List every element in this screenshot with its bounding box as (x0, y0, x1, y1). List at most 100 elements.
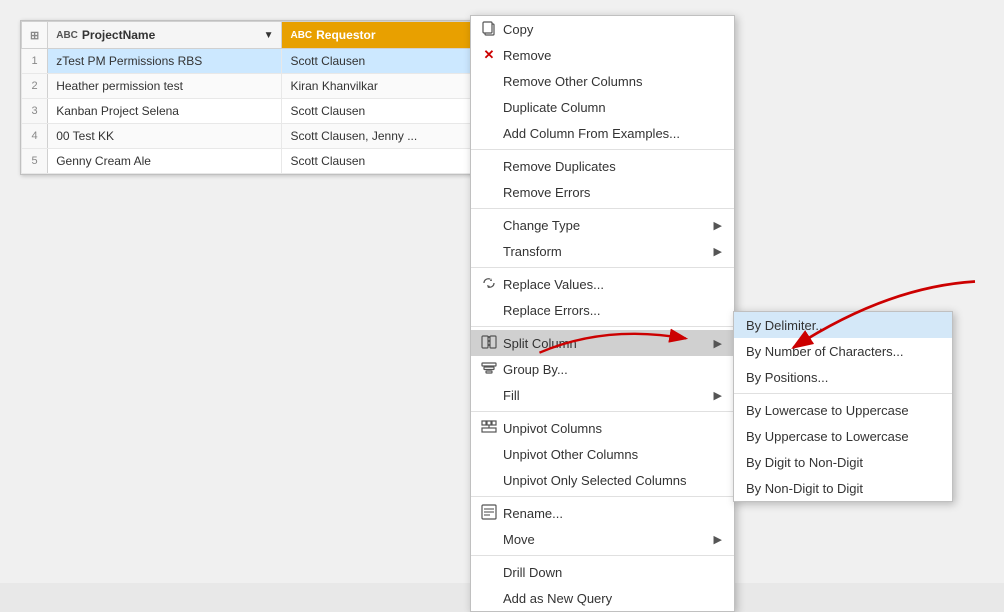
menu-item-change-type[interactable]: Change Type ▶ (471, 212, 734, 238)
table-container: ⊞ ABC ProjectName ▼ ABC Requestor (20, 20, 490, 175)
cell-1-projectname: zTest PM Permissions RBS (48, 49, 282, 74)
fill-arrow-icon: ▶ (714, 389, 722, 402)
col-header-requestor[interactable]: ABC Requestor ▼ (282, 22, 489, 49)
menu-item-replace-values-label: Replace Values... (503, 277, 604, 292)
cell-1-requestor: Scott Clausen (282, 49, 489, 74)
separator-3 (471, 267, 734, 268)
submenu-item-by-lowercase-to-uppercase-label: By Lowercase to Uppercase (746, 403, 909, 418)
menu-item-unpivot-only-selected-label: Unpivot Only Selected Columns (503, 473, 687, 488)
split-column-icon (479, 334, 499, 353)
menu-item-unpivot-other-columns-label: Unpivot Other Columns (503, 447, 638, 462)
submenu-item-by-non-digit-to-digit[interactable]: By Non-Digit to Digit (734, 475, 952, 501)
menu-item-unpivot-columns[interactable]: Unpivot Columns (471, 415, 734, 441)
table-row[interactable]: 4 00 Test KK Scott Clausen, Jenny ... (22, 124, 489, 149)
submenu-item-by-lowercase-to-uppercase[interactable]: By Lowercase to Uppercase (734, 397, 952, 423)
requestor-type-icon: ABC (290, 30, 312, 41)
submenu-item-by-non-digit-to-digit-label: By Non-Digit to Digit (746, 481, 863, 496)
table-icon: ⊞ (30, 29, 39, 42)
menu-item-drill-down[interactable]: Drill Down (471, 559, 734, 585)
projectname-type-icon: ABC (56, 30, 78, 41)
menu-item-replace-errors-label: Replace Errors... (503, 303, 601, 318)
menu-item-unpivot-columns-label: Unpivot Columns (503, 421, 602, 436)
submenu-item-by-number-of-chars-label: By Number of Characters... (746, 344, 904, 359)
table-row[interactable]: 3 Kanban Project Selena Scott Clausen (22, 99, 489, 124)
menu-item-duplicate-column[interactable]: Duplicate Column (471, 94, 734, 120)
col-header-requestor-label: Requestor (316, 28, 375, 42)
cell-3-requestor: Scott Clausen (282, 99, 489, 124)
row-num-1: 1 (22, 49, 48, 74)
main-area: ⊞ ABC ProjectName ▼ ABC Requestor (0, 0, 1004, 583)
context-menu: Copy ✕ Remove Remove Other Columns Dupli… (470, 15, 735, 612)
menu-item-remove-other-columns-label: Remove Other Columns (503, 74, 642, 89)
row-number-col-header: ⊞ (22, 22, 48, 49)
cell-3-projectname: Kanban Project Selena (48, 99, 282, 124)
submenu-item-by-uppercase-to-lowercase[interactable]: By Uppercase to Lowercase (734, 423, 952, 449)
table-row[interactable]: 1 zTest PM Permissions RBS Scott Clausen (22, 49, 489, 74)
table-body: 1 zTest PM Permissions RBS Scott Clausen… (22, 49, 489, 174)
menu-item-remove-duplicates-label: Remove Duplicates (503, 159, 616, 174)
menu-item-copy[interactable]: Copy (471, 16, 734, 42)
menu-item-move-label: Move (503, 532, 535, 547)
menu-item-remove-errors[interactable]: Remove Errors (471, 179, 734, 205)
menu-item-unpivot-other-columns[interactable]: Unpivot Other Columns (471, 441, 734, 467)
cell-4-projectname: 00 Test KK (48, 124, 282, 149)
submenu-separator-1 (734, 393, 952, 394)
menu-item-fill[interactable]: Fill ▶ (471, 382, 734, 408)
projectname-dropdown-icon[interactable]: ▼ (264, 30, 274, 41)
menu-item-rename[interactable]: Rename... (471, 500, 734, 526)
group-by-icon (479, 360, 499, 379)
submenu-item-by-delimiter[interactable]: By Delimiter... (734, 312, 952, 338)
table-row[interactable]: 5 Genny Cream Ale Scott Clausen (22, 149, 489, 174)
menu-item-split-column[interactable]: Split Column ▶ (471, 330, 734, 356)
menu-item-group-by-label: Group By... (503, 362, 568, 377)
separator-6 (471, 496, 734, 497)
menu-item-add-as-new-query[interactable]: Add as New Query (471, 585, 734, 611)
copy-icon (479, 20, 499, 39)
row-num-3: 3 (22, 99, 48, 124)
change-type-arrow-icon: ▶ (714, 219, 722, 232)
menu-item-split-column-label: Split Column (503, 336, 577, 351)
submenu-item-by-uppercase-to-lowercase-label: By Uppercase to Lowercase (746, 429, 909, 444)
separator-2 (471, 208, 734, 209)
transform-arrow-icon: ▶ (714, 245, 722, 258)
separator-7 (471, 555, 734, 556)
menu-item-add-column-examples[interactable]: Add Column From Examples... (471, 120, 734, 146)
replace-values-icon (479, 275, 499, 294)
row-num-5: 5 (22, 149, 48, 174)
table-row[interactable]: 2 Heather permission test Kiran Khanvilk… (22, 74, 489, 99)
menu-item-change-type-label: Change Type (503, 218, 580, 233)
remove-icon: ✕ (479, 47, 499, 63)
menu-item-unpivot-only-selected[interactable]: Unpivot Only Selected Columns (471, 467, 734, 493)
menu-item-transform[interactable]: Transform ▶ (471, 238, 734, 264)
menu-item-move[interactable]: Move ▶ (471, 526, 734, 552)
menu-item-group-by[interactable]: Group By... (471, 356, 734, 382)
menu-item-remove-other-columns[interactable]: Remove Other Columns (471, 68, 734, 94)
submenu-item-by-digit-to-non-digit-label: By Digit to Non-Digit (746, 455, 863, 470)
split-column-submenu: By Delimiter... By Number of Characters.… (733, 311, 953, 502)
submenu-item-by-digit-to-non-digit[interactable]: By Digit to Non-Digit (734, 449, 952, 475)
cell-2-projectname: Heather permission test (48, 74, 282, 99)
separator-1 (471, 149, 734, 150)
menu-item-remove[interactable]: ✕ Remove (471, 42, 734, 68)
separator-5 (471, 411, 734, 412)
col-header-projectname-label: ProjectName (82, 28, 155, 42)
col-header-projectname[interactable]: ABC ProjectName ▼ (48, 22, 282, 49)
split-column-arrow-icon: ▶ (714, 337, 722, 350)
submenu-item-by-number-of-chars[interactable]: By Number of Characters... (734, 338, 952, 364)
menu-item-add-as-new-query-label: Add as New Query (503, 591, 612, 606)
menu-item-replace-values[interactable]: Replace Values... (471, 271, 734, 297)
menu-item-add-column-examples-label: Add Column From Examples... (503, 126, 680, 141)
submenu-item-by-delimiter-label: By Delimiter... (746, 318, 826, 333)
submenu-item-by-positions[interactable]: By Positions... (734, 364, 952, 390)
data-table: ⊞ ABC ProjectName ▼ ABC Requestor (21, 21, 489, 174)
cell-4-requestor: Scott Clausen, Jenny ... (282, 124, 489, 149)
unpivot-icon (479, 419, 499, 438)
menu-item-replace-errors[interactable]: Replace Errors... (471, 297, 734, 323)
table-header-row: ⊞ ABC ProjectName ▼ ABC Requestor (22, 22, 489, 49)
menu-item-remove-label: Remove (503, 48, 551, 63)
menu-item-copy-label: Copy (503, 22, 533, 37)
separator-4 (471, 326, 734, 327)
menu-item-remove-duplicates[interactable]: Remove Duplicates (471, 153, 734, 179)
menu-item-remove-errors-label: Remove Errors (503, 185, 590, 200)
cell-2-requestor: Kiran Khanvilkar (282, 74, 489, 99)
